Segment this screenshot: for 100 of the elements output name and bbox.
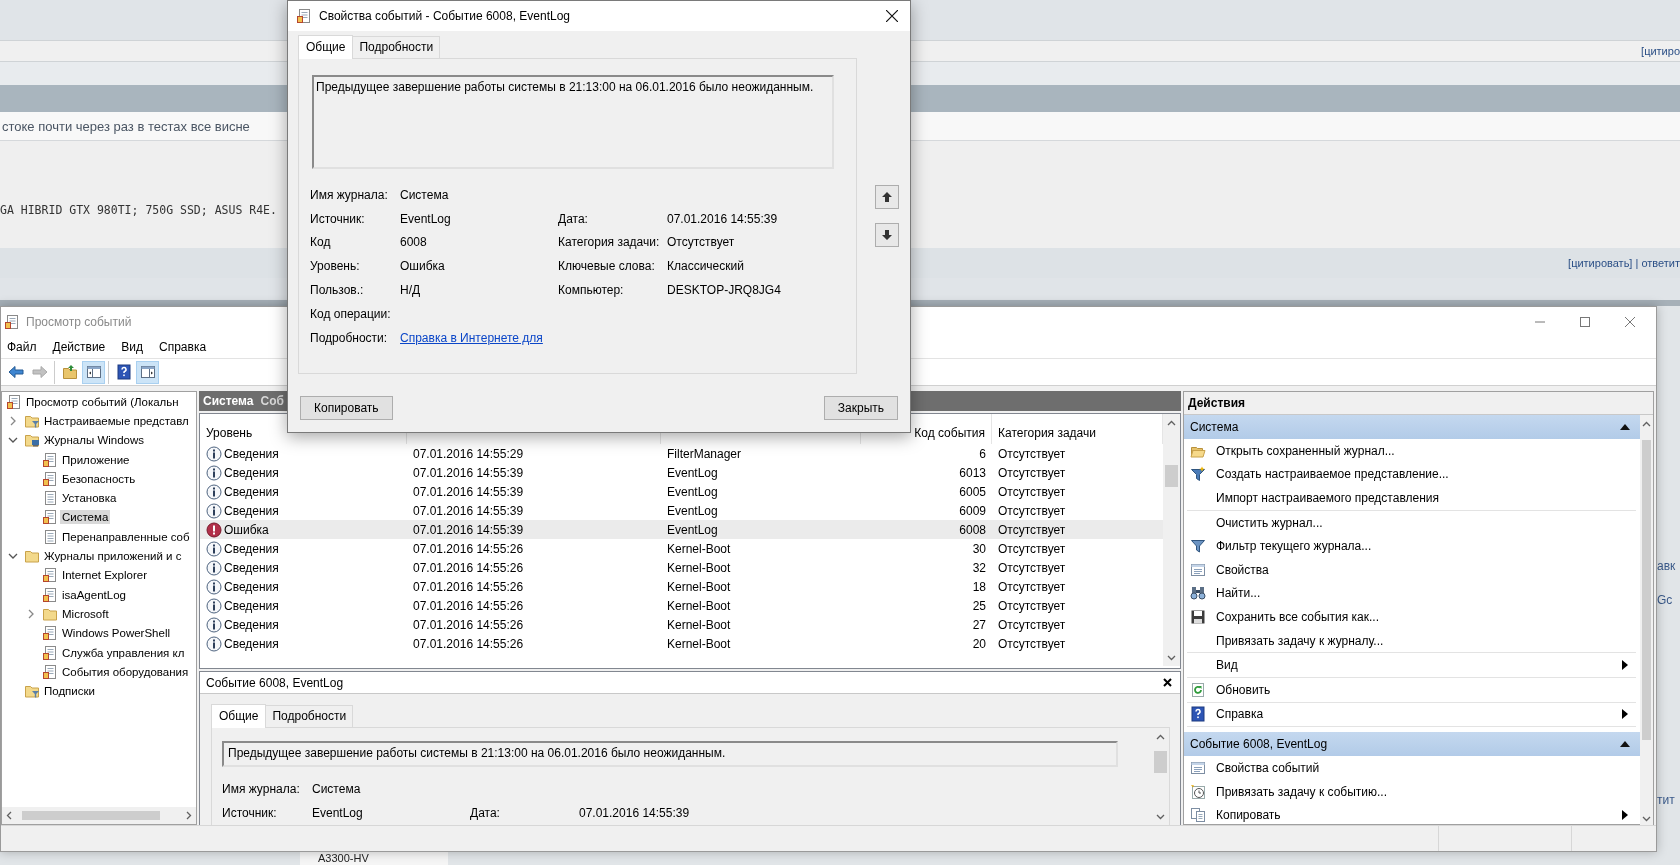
field-value: Система xyxy=(400,187,450,202)
action-item[interactable]: Сохранить все события как... xyxy=(1187,605,1636,629)
dialog-button[interactable]: Копировать xyxy=(300,396,393,420)
column-header[interactable]: Уровень xyxy=(206,418,253,440)
section-header[interactable]: Система xyxy=(1184,415,1640,439)
table-cell-text: Отсутствует xyxy=(997,484,1067,499)
tree-item[interactable]: События оборудования xyxy=(60,664,191,679)
action-item[interactable]: Обновить xyxy=(1187,677,1636,702)
action-item[interactable]: Найти... xyxy=(1187,581,1636,606)
close-icon xyxy=(1163,678,1172,687)
tree-item[interactable]: Приложение xyxy=(60,452,132,467)
field-value: Ошибка xyxy=(400,259,446,274)
scrollbar[interactable] xyxy=(1640,415,1653,827)
document-icon xyxy=(42,490,58,507)
scrollbar[interactable] xyxy=(2,807,196,824)
column-header[interactable]: Категория задачи xyxy=(998,418,1096,440)
tree-item[interactable]: Настраиваемые представл xyxy=(42,413,191,428)
scroll-down-icon xyxy=(1167,654,1176,661)
tree-item[interactable]: Система xyxy=(60,510,111,525)
action-item[interactable]: Копировать xyxy=(1187,803,1636,827)
table-cell-text: Отсутствует xyxy=(997,446,1067,461)
field-label: Код операции: xyxy=(310,306,392,321)
tree-item[interactable]: Windows PowerShell xyxy=(60,626,172,641)
scroll-up-icon xyxy=(1167,419,1176,426)
field-label: Уровень: xyxy=(310,259,361,274)
tree-item[interactable]: Служба управления кл xyxy=(60,645,187,660)
next-button[interactable] xyxy=(875,223,899,247)
scroll-down-icon xyxy=(1642,815,1651,822)
tree-item[interactable]: Перенаправленные соб xyxy=(60,529,192,544)
table-cell-text: Отсутствует xyxy=(997,598,1067,613)
tree-item[interactable]: Internet Explorer xyxy=(60,568,149,583)
table-cell-text: Отсутствует xyxy=(997,541,1067,556)
menu-item[interactable]: Действие xyxy=(46,338,112,356)
scroll-right-icon xyxy=(186,811,192,820)
tree-item[interactable]: Журналы приложений и с xyxy=(42,549,184,563)
menu-item[interactable]: Справка xyxy=(153,338,213,356)
field-value: Отсутствует xyxy=(667,235,736,250)
tab[interactable]: Общие xyxy=(298,35,354,59)
table-cell: Сведения xyxy=(200,559,407,576)
info-icon xyxy=(206,483,222,500)
action-item[interactable]: Импорт настраиваемого представления xyxy=(1187,486,1636,510)
table-cell-text: Отсутствует xyxy=(997,503,1067,518)
tree-item[interactable]: Журналы Windows xyxy=(42,433,147,448)
action-item[interactable]: Привязать задачу к журналу... xyxy=(1187,628,1636,653)
list-item-label: A3300-HV xyxy=(300,852,448,865)
action-item[interactable]: Очистить журнал... xyxy=(1187,510,1636,535)
previous-button[interactable] xyxy=(875,185,899,209)
table-cell-text: 6008 xyxy=(958,522,987,537)
table-cell-text: 07.01.2016 14:55:26 xyxy=(412,560,525,575)
table-cell-text: 27 xyxy=(971,617,987,632)
field-value: Н/Д xyxy=(400,283,422,298)
tree-item[interactable]: Просмотр событий (Локальн xyxy=(24,394,181,409)
scrollbar[interactable] xyxy=(1163,414,1180,666)
tree-item[interactable]: isaAgentLog xyxy=(60,587,128,602)
log-icon xyxy=(42,586,58,603)
field-label: Компьютер: xyxy=(558,283,625,298)
toolbar-button[interactable] xyxy=(82,360,105,384)
panel-icon xyxy=(139,364,156,380)
close-button[interactable] xyxy=(1163,678,1172,687)
action-item[interactable]: Открыть сохраненный журнал... xyxy=(1187,439,1636,463)
table-cell-text: 6013 xyxy=(958,465,987,480)
tab[interactable]: Подробности xyxy=(265,705,354,727)
down-arrow-icon xyxy=(881,229,893,241)
help-link[interactable]: Справка в Интернете для xyxy=(400,330,543,345)
table-cell-text: Отсутствует xyxy=(997,636,1067,651)
tree-item[interactable]: Установка xyxy=(60,491,119,506)
field-value: EventLog xyxy=(400,211,452,226)
tab[interactable]: Подробности xyxy=(352,36,441,58)
scroll-thumb[interactable] xyxy=(1165,465,1178,487)
menu-item[interactable]: Файл xyxy=(1,338,43,356)
action-item[interactable]: Фильтр текущего журнала... xyxy=(1187,534,1636,558)
dialog-button[interactable]: Закрыть xyxy=(823,396,898,420)
action-item[interactable]: Свойства событий xyxy=(1187,756,1636,780)
tree-item[interactable]: Microsoft xyxy=(60,606,111,621)
funnel-icon xyxy=(1190,466,1206,483)
action-item[interactable]: Привязать задачу к событию... xyxy=(1187,779,1636,804)
tree-item[interactable]: Безопасность xyxy=(60,471,138,486)
action-item[interactable]: Свойства xyxy=(1187,557,1636,582)
scroll-thumb[interactable] xyxy=(1154,751,1167,773)
scroll-thumb[interactable] xyxy=(1642,440,1651,740)
quote-links[interactable]: [цитировать] | ответит xyxy=(1568,257,1680,269)
signature-text: GA HIBRID GTX 980TI; 750G SSD; ASUS R4E. xyxy=(0,203,277,217)
field-value: Классический xyxy=(667,259,745,274)
info-icon xyxy=(206,616,222,633)
action-item[interactable]: Создать настраиваемое представление... xyxy=(1187,462,1636,487)
log-icon xyxy=(296,8,312,24)
menu-item[interactable]: Вид xyxy=(115,338,149,356)
section-header[interactable]: Событие 6008, EventLog xyxy=(1184,732,1640,757)
tree-item[interactable]: Подписки xyxy=(42,684,97,699)
folder-icon xyxy=(24,548,40,564)
table-cell-text: 07.01.2016 14:55:39 xyxy=(412,522,525,537)
field-label: Имя журнала: xyxy=(310,187,389,202)
clock-icon xyxy=(1190,783,1206,800)
action-item[interactable]: Справка xyxy=(1187,702,1636,727)
tab[interactable]: Общие xyxy=(211,704,267,728)
column-header[interactable]: Код события xyxy=(914,418,985,440)
action-item[interactable]: Вид xyxy=(1187,653,1636,677)
info-icon xyxy=(206,502,222,519)
quote-link[interactable]: [цитиро xyxy=(1641,45,1680,57)
toolbar-button[interactable] xyxy=(136,360,159,384)
